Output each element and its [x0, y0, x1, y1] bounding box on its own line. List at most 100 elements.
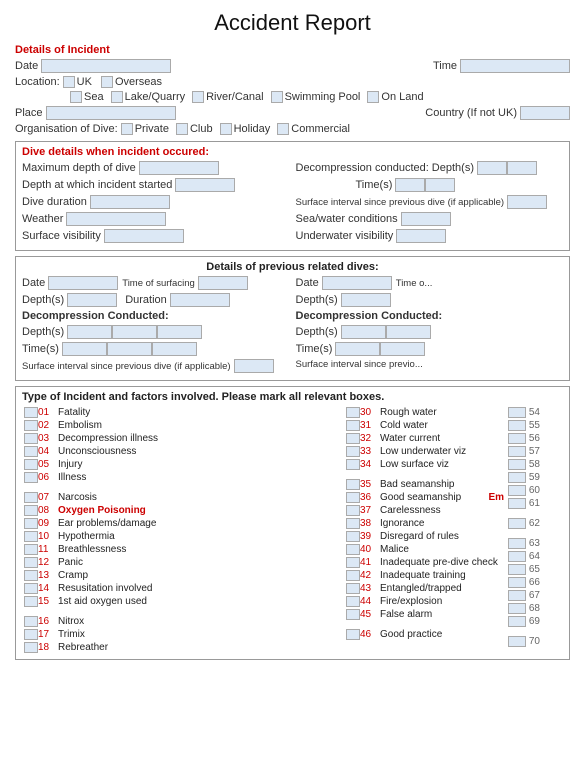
prev-duration-input[interactable]	[170, 293, 230, 307]
factor-checkbox[interactable]	[24, 459, 38, 470]
holiday-checkbox[interactable]	[220, 123, 232, 135]
weather-input[interactable]	[66, 212, 166, 226]
factor-checkbox[interactable]	[24, 629, 38, 640]
factor-checkbox[interactable]	[24, 492, 38, 503]
factor-checkbox[interactable]	[24, 616, 38, 627]
right-num-box[interactable]	[508, 459, 526, 470]
river-checkbox[interactable]	[192, 91, 204, 103]
right-num-box[interactable]	[508, 590, 526, 601]
uk-checkbox[interactable]	[63, 76, 75, 88]
factor-checkbox[interactable]	[24, 570, 38, 581]
sea-conditions-input[interactable]	[401, 212, 451, 226]
decomp-depth2[interactable]	[507, 161, 537, 175]
factor-checkbox[interactable]	[24, 420, 38, 431]
surface-vis-input[interactable]	[104, 229, 184, 243]
country-input[interactable]	[520, 106, 570, 120]
decomp-depth1[interactable]	[477, 161, 507, 175]
right-num-box[interactable]	[508, 551, 526, 562]
factor-checkbox[interactable]	[24, 505, 38, 516]
factor-number: 46	[360, 629, 380, 640]
factor-checkbox[interactable]	[24, 596, 38, 607]
factor-checkbox[interactable]	[346, 609, 360, 620]
factor-checkbox[interactable]	[346, 492, 360, 503]
commercial-checkbox[interactable]	[277, 123, 289, 135]
right-num-box[interactable]	[508, 420, 526, 431]
right-num-box[interactable]	[508, 577, 526, 588]
right-num-box[interactable]	[508, 616, 526, 627]
factor-checkbox[interactable]	[346, 433, 360, 444]
times-input1[interactable]	[395, 178, 425, 192]
max-depth-input[interactable]	[139, 161, 219, 175]
factor-checkbox[interactable]	[24, 472, 38, 483]
underwater-vis-input[interactable]	[396, 229, 446, 243]
factor-checkbox[interactable]	[346, 446, 360, 457]
land-checkbox[interactable]	[367, 91, 379, 103]
factor-checkbox[interactable]	[346, 505, 360, 516]
factor-checkbox[interactable]	[346, 407, 360, 418]
factor-checkbox[interactable]	[24, 544, 38, 555]
prev-decomp-depth4[interactable]	[341, 325, 386, 339]
depth-incident-input[interactable]	[175, 178, 235, 192]
prev-depth-input2[interactable]	[341, 293, 391, 307]
right-num-box[interactable]	[508, 498, 526, 509]
prev-decomp-depth3[interactable]	[157, 325, 202, 339]
factor-checkbox[interactable]	[346, 544, 360, 555]
prev-decomp-times4[interactable]	[335, 342, 380, 356]
factor-checkbox[interactable]	[346, 583, 360, 594]
factor-checkbox[interactable]	[346, 557, 360, 568]
pool-checkbox[interactable]	[271, 91, 283, 103]
factor-checkbox[interactable]	[346, 629, 360, 640]
factor-checkbox[interactable]	[346, 596, 360, 607]
factor-checkbox[interactable]	[346, 518, 360, 529]
prev-surface-input[interactable]	[198, 276, 248, 290]
right-num-box[interactable]	[508, 636, 526, 647]
factor-checkbox[interactable]	[346, 459, 360, 470]
factor-checkbox[interactable]	[346, 570, 360, 581]
factor-checkbox[interactable]	[24, 583, 38, 594]
dive-duration-input[interactable]	[90, 195, 170, 209]
prev-decomp-times3[interactable]	[152, 342, 197, 356]
right-num-box[interactable]	[508, 518, 526, 529]
prev-decomp-depth1[interactable]	[67, 325, 112, 339]
right-num-box[interactable]	[508, 407, 526, 418]
factor-checkbox[interactable]	[24, 446, 38, 457]
place-input[interactable]	[46, 106, 176, 120]
lake-checkbox[interactable]	[111, 91, 123, 103]
prev-decomp-times2[interactable]	[107, 342, 152, 356]
factor-checkbox[interactable]	[24, 642, 38, 653]
prev-depth-input[interactable]	[67, 293, 117, 307]
right-num-box[interactable]	[508, 485, 526, 496]
right-num-box[interactable]	[508, 603, 526, 614]
times-input2[interactable]	[425, 178, 455, 192]
factor-checkbox[interactable]	[24, 518, 38, 529]
factor-checkbox[interactable]	[24, 531, 38, 542]
overseas-checkbox[interactable]	[101, 76, 113, 88]
prev-decomp-depth5[interactable]	[386, 325, 431, 339]
right-num-box[interactable]	[508, 433, 526, 444]
right-num-box[interactable]	[508, 446, 526, 457]
prev-date-input2[interactable]	[322, 276, 392, 290]
factor-checkbox[interactable]	[346, 479, 360, 490]
factor-item: 02 Embolism	[22, 420, 340, 431]
factor-checkbox[interactable]	[346, 531, 360, 542]
prev-interval-input[interactable]	[234, 359, 274, 373]
factor-right-num-row: 68	[508, 603, 563, 614]
club-checkbox[interactable]	[176, 123, 188, 135]
surface-interval-input[interactable]	[507, 195, 547, 209]
prev-date-input[interactable]	[48, 276, 118, 290]
prev-decomp-times1[interactable]	[62, 342, 107, 356]
factor-checkbox[interactable]	[24, 557, 38, 568]
factor-item: 30 Rough water	[344, 407, 504, 418]
factor-checkbox[interactable]	[24, 407, 38, 418]
factor-checkbox[interactable]	[24, 433, 38, 444]
right-num-box[interactable]	[508, 538, 526, 549]
prev-decomp-depth2[interactable]	[112, 325, 157, 339]
prev-decomp-times5[interactable]	[380, 342, 425, 356]
factor-checkbox[interactable]	[346, 420, 360, 431]
private-checkbox[interactable]	[121, 123, 133, 135]
right-num-box[interactable]	[508, 564, 526, 575]
date-input[interactable]	[41, 59, 171, 73]
time-input[interactable]	[460, 59, 570, 73]
sea-checkbox[interactable]	[70, 91, 82, 103]
right-num-box[interactable]	[508, 472, 526, 483]
